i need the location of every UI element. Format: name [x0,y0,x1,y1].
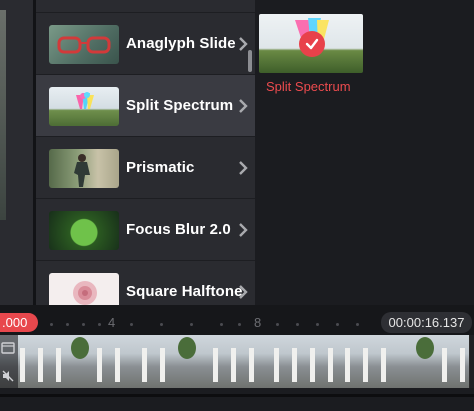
effect-item-anaglyph-slide[interactable]: Anaglyph Slide [36,13,255,75]
effect-item-split-spectrum[interactable]: Split Spectrum [36,75,255,137]
chevron-right-icon [239,161,248,175]
effect-label: Prismatic [126,159,195,176]
chevron-right-icon [239,285,248,299]
selected-effect-thumbnail[interactable] [259,14,363,73]
selected-effect-caption: Split Spectrum [266,79,351,94]
filmstrip-frame [134,335,202,388]
effect-item-focus-blur[interactable]: Focus Blur 2.0 [36,199,255,261]
effects-list[interactable]: Anaglyph Slide Split Spectrum Prismatic … [36,0,255,305]
music-note-icon[interactable] [1,341,15,355]
chevron-right-icon [239,99,248,113]
anaglyph-slide-thumbnail [49,25,119,64]
filmstrip-frame [67,335,135,388]
effect-label: Square Halftone [126,283,243,300]
ruler-tick-label: 8 [254,315,262,330]
chevron-right-icon [239,223,248,237]
video-preview-edge [0,10,6,220]
bottom-bar [0,388,474,411]
ruler-tick-label: 4 [108,315,116,330]
filmstrip-frame [335,335,403,388]
total-duration-label: 00:00:16.137 [381,312,472,333]
prismatic-thumbnail [49,149,119,188]
effect-item-square-halftone[interactable]: Square Halftone [36,261,255,305]
effect-label: Anaglyph Slide [126,35,236,52]
left-preview-strip [0,0,36,305]
filmstrip-frame [402,335,470,388]
current-time-label: .000 [0,313,38,332]
effect-label: Split Spectrum [126,97,234,114]
selected-effect-panel: Split Spectrum [255,0,474,305]
split-spectrum-thumbnail [49,87,119,126]
filmstrip-frame [268,335,336,388]
square-halftone-thumbnail [49,273,119,305]
filmstrip-frame [201,335,269,388]
effect-label: Focus Blur 2.0 [126,221,231,238]
timeline-ruler[interactable]: .000 4 8 00:00:16.137 [0,305,474,335]
focus-blur-thumbnail [49,211,119,250]
checkmark-icon [299,31,325,57]
mute-icon[interactable] [1,369,15,383]
video-track-filmstrip[interactable] [0,335,474,388]
list-scrollbar[interactable] [248,50,252,72]
effect-item-prismatic[interactable]: Prismatic [36,137,255,199]
